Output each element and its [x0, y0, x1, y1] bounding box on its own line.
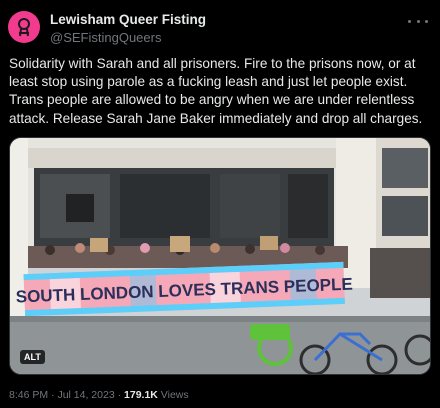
tweet-date[interactable]: Jul 14, 2023	[57, 389, 114, 401]
views-label: Views	[160, 389, 189, 401]
user-handle[interactable]: @SEFistingQueers	[50, 30, 161, 45]
tweet-photo[interactable]: SOUTH LONDON LOVES TRANS PEOPLE ALT	[9, 137, 431, 375]
more-options-icon[interactable]	[408, 14, 428, 28]
avatar-logo-icon	[18, 18, 30, 37]
alt-badge[interactable]: ALT	[20, 350, 45, 364]
protest-photo: SOUTH LONDON LOVES TRANS PEOPLE	[10, 138, 430, 374]
separator: ·	[51, 389, 55, 401]
tweet-header: Lewisham Queer Fisting @SEFistingQueers	[8, 8, 430, 48]
tweet-footer: 8:46 PM · Jul 14, 2023 · 179.1K Views	[9, 389, 189, 401]
tweet-text: Solidarity with Sarah and all prisoners.…	[9, 56, 423, 126]
tweet-time[interactable]: 8:46 PM	[9, 389, 48, 401]
separator: ·	[117, 389, 122, 401]
avatar[interactable]	[8, 11, 40, 43]
display-name[interactable]: Lewisham Queer Fisting	[50, 12, 206, 27]
views-count: 179.1K	[124, 389, 158, 401]
